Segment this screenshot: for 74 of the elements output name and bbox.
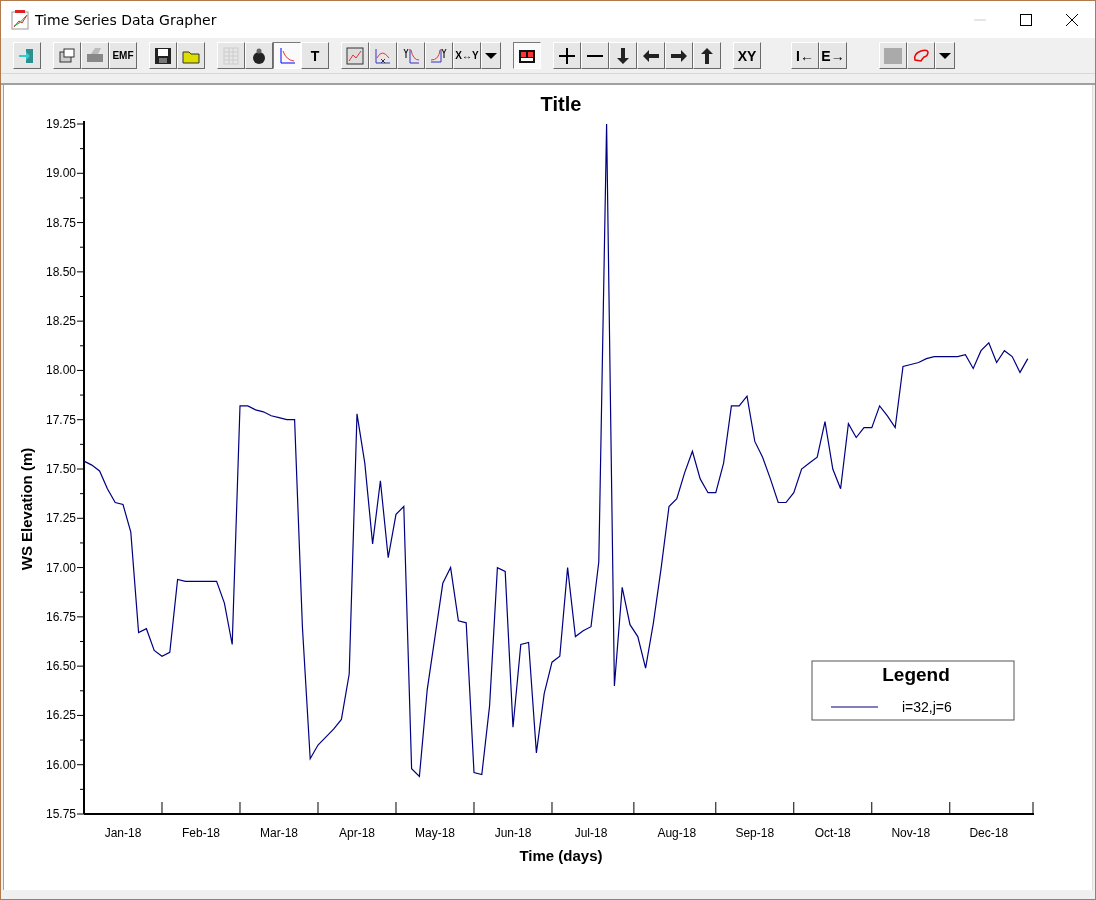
chart-icon <box>345 45 365 66</box>
dropdown-caret-icon <box>939 52 951 59</box>
x-tick-label: Jun-18 <box>494 826 532 840</box>
chart-title: Title <box>540 93 582 115</box>
x-tick-label: Oct-18 <box>814 826 851 840</box>
legend-title: Legend <box>882 664 950 685</box>
dropdown-button[interactable] <box>481 42 501 69</box>
y-left-button[interactable] <box>397 42 425 69</box>
maximize-icon <box>1020 13 1032 26</box>
exit-button[interactable] <box>13 42 41 69</box>
print-preview-icon <box>57 45 77 66</box>
legend-button[interactable] <box>513 42 541 69</box>
y-tick-label: 19.25 <box>45 117 76 131</box>
print-button[interactable] <box>81 42 109 69</box>
x-tick-label: Feb-18 <box>182 826 220 840</box>
x-tick-label: May-18 <box>415 826 455 840</box>
save-button[interactable] <box>149 42 177 69</box>
zoom-in-button[interactable] <box>553 42 581 69</box>
move-left-button[interactable] <box>637 42 665 69</box>
toolbar-button[interactable]: X↔Y <box>453 42 481 69</box>
chart-button[interactable] <box>273 42 301 69</box>
camera-button[interactable] <box>245 42 273 69</box>
move-up-button[interactable] <box>693 42 721 69</box>
lasso-button[interactable] <box>907 42 935 69</box>
y-tick-label: 18.00 <box>45 363 76 378</box>
dropdown-button[interactable] <box>935 42 955 69</box>
toolbar-button[interactable]: XY <box>733 42 761 69</box>
x-tick-label: Apr-18 <box>339 826 375 840</box>
legend-line <box>830 706 879 708</box>
x-tick-label: Jul-18 <box>574 826 608 840</box>
move-right-button[interactable] <box>665 42 693 69</box>
y-axis-title: WS Elevation (m) <box>18 447 35 571</box>
y-tick-label: 16.75 <box>45 609 76 624</box>
x-tick-label: Nov-18 <box>891 826 931 840</box>
toolbar-button[interactable]: T <box>301 42 329 69</box>
move-down-button[interactable] <box>609 42 637 69</box>
toolbar-button[interactable]: E→ <box>819 42 847 69</box>
y-tick-label: 16.00 <box>45 757 76 772</box>
y-tick-label: 18.75 <box>45 215 76 230</box>
minus-icon <box>587 54 603 57</box>
curve-button[interactable] <box>369 42 397 69</box>
window-title: Time Series Data Grapher <box>35 11 218 28</box>
dropdown-caret-icon <box>485 52 497 59</box>
grid-button[interactable] <box>217 42 245 69</box>
blank-icon <box>883 45 903 66</box>
chart-properties-button[interactable] <box>341 42 369 69</box>
y-tick-label: 17.00 <box>45 560 76 575</box>
x-tick-label: Dec-18 <box>969 826 1009 840</box>
x-axis-title: Time (days) <box>519 847 603 864</box>
y-tick-label: 15.75 <box>45 807 76 821</box>
y-tick-label: 16.25 <box>45 708 76 723</box>
toolbar-button[interactable]: I← <box>791 42 819 69</box>
y-tick-label: 17.75 <box>45 412 76 427</box>
x-tick-label: Aug-18 <box>657 826 697 840</box>
x-tick-label: Jan-18 <box>104 826 142 840</box>
y-tick-label: 16.50 <box>45 659 76 674</box>
x-tick-label: Sep-18 <box>735 826 775 840</box>
toolbar-button[interactable]: EMF <box>109 42 137 69</box>
app-chart-icon <box>11 9 29 30</box>
open-button[interactable] <box>177 42 205 69</box>
y-tick-label: 18.25 <box>45 314 76 329</box>
zoom-out-button[interactable] <box>581 42 609 69</box>
y-tick-label: 18.50 <box>45 264 76 279</box>
close-icon <box>1066 13 1078 26</box>
blank-button[interactable] <box>879 42 907 69</box>
print-preview-button[interactable] <box>53 42 81 69</box>
y-tick-label: 19.00 <box>45 166 76 181</box>
y-right-button[interactable] <box>425 42 453 69</box>
y-tick-label: 17.50 <box>45 462 76 476</box>
legend-label: i=32,j=6 <box>902 699 952 715</box>
curve-chart-icon <box>277 45 297 66</box>
x-tick-label: Mar-18 <box>260 826 298 840</box>
y-tick-label: 17.25 <box>45 511 76 526</box>
plus-icon <box>557 45 577 66</box>
